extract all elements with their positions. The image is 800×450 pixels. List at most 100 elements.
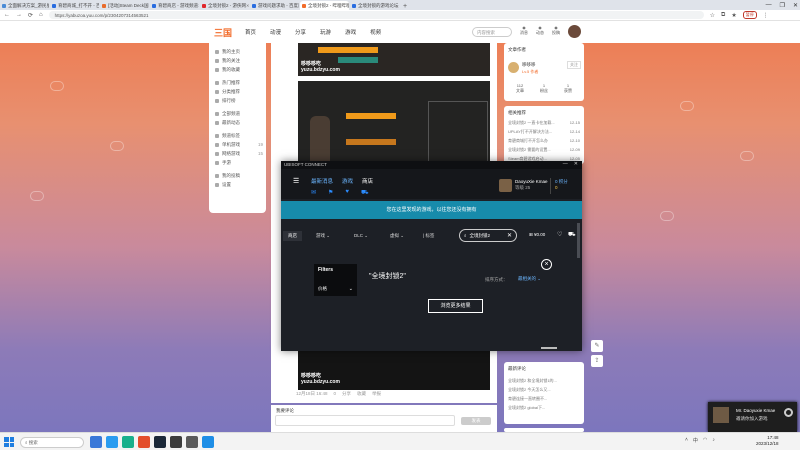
latest-item[interactable]: 全境封锁2 今天怎么又... [508, 387, 580, 396]
browser-tab[interactable]: 育碧商店 - 游戏频道✕ [150, 1, 199, 10]
close-tab-icon[interactable]: ✕ [198, 3, 199, 8]
author-name[interactable]: 哆哆哆 [522, 62, 536, 68]
post-action[interactable]: 分享 [342, 391, 351, 397]
author-stat[interactable]: 1 粉丝 [540, 83, 548, 94]
sidebar-item[interactable]: 网络游戏 15 [209, 149, 266, 158]
bell-button[interactable]: ◉ 动态 [536, 25, 544, 36]
chevron-up-icon[interactable]: ˄ [685, 437, 688, 444]
promo-banner[interactable]: 您在这里发现的游戏，以往您还没有拥有 [281, 201, 582, 219]
sidebar-item[interactable]: 单机游戏 19 [209, 140, 266, 149]
taskbar-app-icon[interactable] [106, 436, 118, 448]
sidebar-item[interactable]: 设置 [209, 180, 266, 189]
reload-icon[interactable]: ⟳ [28, 12, 33, 19]
taskbar-app-icon[interactable] [154, 436, 166, 448]
hamburger-icon[interactable]: ☰ [293, 177, 299, 185]
sidebar-item[interactable]: 我的关注 [209, 56, 266, 65]
sidebar-item[interactable]: 排行榜 [209, 96, 266, 105]
volume-icon[interactable]: ♪ [712, 437, 715, 444]
scrollbar[interactable] [577, 223, 580, 258]
browser-tab[interactable]: [活动]Steam Deck国区✕ [100, 1, 149, 10]
taskbar-app-icon[interactable] [170, 436, 182, 448]
windows-start-icon[interactable] [4, 437, 14, 447]
ubisoft-menu-item[interactable]: 游戏 [342, 177, 353, 185]
share-icon[interactable]: ⇪ [591, 355, 603, 367]
url-field[interactable]: https://yabuzoa.yuu.com/p/23042073145635… [48, 11, 704, 19]
games-dropdown[interactable]: 游戏 ⌄ [316, 233, 330, 239]
related-item[interactable]: 全境封锁2 一直卡在加载... 12-15 [508, 120, 580, 129]
paused-badge[interactable]: 暂停 [742, 11, 757, 19]
star-icon[interactable]: ☆ [710, 12, 715, 19]
new-tab-button[interactable]: + [400, 3, 410, 10]
taskbar-app-icon[interactable] [202, 436, 214, 448]
browser-tab[interactable]: 全面解决方案_游民星空✕ [0, 1, 49, 10]
browser-tab[interactable]: 全境封锁2 - 哔哩哔哩✕ [300, 1, 349, 10]
site-nav-item[interactable]: 玩游 [320, 28, 331, 36]
store-search-input[interactable]: ⌕ 全境封锁2 ✕ [459, 229, 517, 242]
cart-total[interactable]: ⊞ ¥0.00 [529, 232, 545, 238]
site-nav-item[interactable]: 动漫 [270, 28, 281, 36]
latest-item[interactable]: 育碧连接一直转圈不... [508, 396, 580, 405]
submit-comment-button[interactable]: 发表 [461, 417, 491, 425]
back-icon[interactable]: ← [4, 12, 10, 18]
site-logo[interactable]: 三国 [214, 26, 232, 39]
post-action[interactable]: 收藏 [357, 391, 366, 397]
related-item[interactable]: UPLAY打不开解决方法... 12-14 [508, 129, 580, 138]
browser-tab[interactable]: 全境封锁2 - 游侠网 ✕ [200, 1, 249, 10]
dlc-dropdown[interactable]: DLC ⌄ [354, 233, 368, 239]
edit-icon[interactable]: ✎ [591, 340, 603, 352]
post-action[interactable]: 举报 [372, 391, 381, 397]
clear-search-icon[interactable]: ✕ [507, 232, 512, 239]
forward-icon[interactable]: → [16, 12, 22, 18]
taskbar-search[interactable]: ⌕ 搜索 [20, 437, 84, 448]
close-window-button[interactable]: ✕ [793, 2, 798, 9]
avatar[interactable] [568, 25, 581, 38]
site-nav-item[interactable]: 视频 [370, 28, 381, 36]
taskbar-app-icon[interactable] [138, 436, 150, 448]
filter-price-label[interactable]: 价格 [318, 286, 327, 292]
ubisoft-menu-item[interactable]: 最新消息 [311, 177, 333, 185]
user-avatar[interactable] [499, 179, 512, 192]
site-nav-item[interactable]: 分享 [295, 28, 306, 36]
related-item[interactable]: 育碧商城打不开怎么办 12-10 [508, 138, 580, 147]
latest-item[interactable]: 全境封锁2 和全境封锁1的... [508, 378, 580, 387]
chevron-down-icon[interactable]: ⌄ [349, 286, 353, 292]
taskbar-app-icon[interactable] [90, 436, 102, 448]
related-item[interactable]: 全境封锁2 需要的设置... 12-09 [508, 147, 580, 156]
cart-icon[interactable]: ⛟ [361, 189, 369, 197]
minimize-button[interactable]: — [766, 2, 772, 8]
site-nav-item[interactable]: 游戏 [345, 28, 356, 36]
sidebar-item[interactable]: 最新动态 [209, 118, 266, 127]
sidebar-item[interactable]: 我的投稿 [209, 171, 266, 180]
close-tab-icon[interactable]: ✕ [246, 3, 249, 8]
author-stat[interactable]: 112 文章 [516, 83, 524, 94]
clock[interactable]: 17:48 2023/12/18 [756, 435, 779, 447]
cart-icon[interactable]: ⛟ [568, 231, 576, 239]
more-results-button[interactable]: 浏览更多结果 [428, 299, 483, 313]
browser-tab[interactable]: 游戏问题求助 - 百度贴吧✕ [250, 1, 299, 10]
message-button[interactable]: ◉ 消息 [520, 25, 528, 36]
upload-button[interactable]: ◉ 投稿 [552, 25, 560, 36]
extensions-icon[interactable]: ⧉ [721, 12, 725, 19]
site-nav-item[interactable]: 首页 [245, 28, 256, 36]
browser-tab[interactable]: 全境封锁的游戏论坛✕ [350, 1, 399, 10]
menu-icon[interactable]: ⋮ [763, 12, 769, 19]
games-icon[interactable]: ⚑ [328, 189, 333, 197]
sidebar-item[interactable]: 分类推荐 [209, 87, 266, 96]
news-icon[interactable]: ✉ [311, 189, 316, 197]
taskbar-app-icon[interactable] [122, 436, 134, 448]
sidebar-item[interactable]: 全部频道 [209, 109, 266, 118]
comment-input[interactable] [275, 415, 455, 426]
heart-icon[interactable]: ♥ [345, 189, 349, 197]
latest-item[interactable]: 全境封锁2 global下... [508, 405, 580, 414]
sidebar-item[interactable]: 手游 [209, 158, 266, 167]
wishlist-icon[interactable]: ♡ [557, 231, 562, 238]
shop-button[interactable]: 商店 [283, 231, 302, 241]
notification-toast[interactable]: Mr. Daoyuxie Kmae 邀请你加入游戏 [708, 402, 797, 432]
user-info[interactable]: DaoyuXie Kmae 等级 25 [515, 179, 548, 191]
sidebar-item[interactable]: 热门推荐 [209, 78, 266, 87]
taskbar-app-icon[interactable] [186, 436, 198, 448]
sidebar-item[interactable]: 频道标签 [209, 131, 266, 140]
sidebar-item[interactable]: 我的收藏 [209, 65, 266, 74]
lang-indicator[interactable]: 中 [693, 437, 698, 444]
post-action[interactable]: 0 [334, 391, 337, 397]
